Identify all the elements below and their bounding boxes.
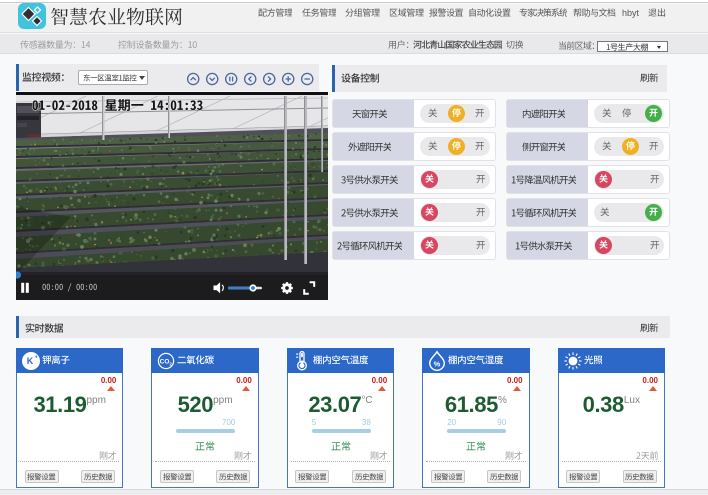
svg-text:+: + xyxy=(35,354,38,360)
svg-text:%: % xyxy=(434,359,441,368)
svg-text:K: K xyxy=(27,356,34,366)
svg-text:CO: CO xyxy=(160,358,170,365)
